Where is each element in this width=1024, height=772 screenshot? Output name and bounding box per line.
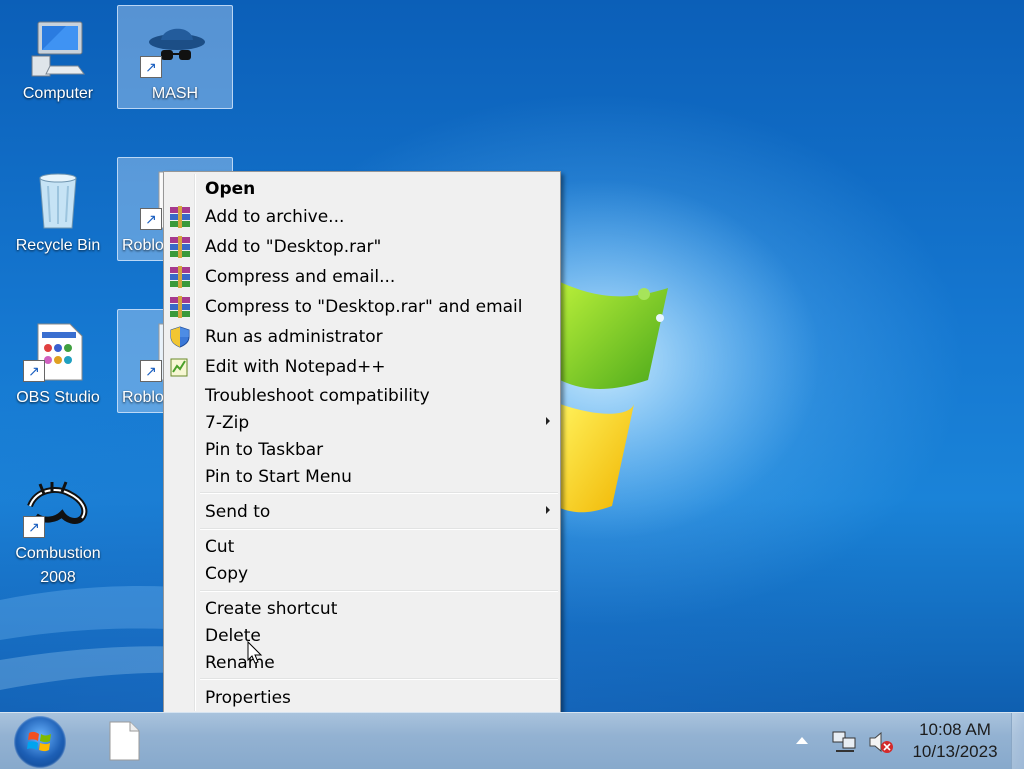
menu-item-compress-to-desktop-rar-and-email[interactable]: Compress to "Desktop.rar" and email [164, 293, 560, 321]
show-hidden-icons-button[interactable] [796, 737, 808, 744]
shortcut-arrow-icon: ↗ [140, 56, 162, 78]
network-icon[interactable] [832, 730, 858, 754]
menu-item-run-as-administrator[interactable]: Run as administrator [164, 323, 560, 351]
mouse-cursor-icon [247, 641, 263, 664]
icon-label: Computer [22, 85, 94, 102]
icon-label: Recycle Bin [15, 237, 101, 254]
winrar-icon [170, 236, 190, 258]
menu-item-compress-and-email[interactable]: Compress and email... [164, 263, 560, 291]
taskbar: 10:08 AM 10/13/2023 [0, 712, 1024, 769]
submenu-arrow-icon [546, 417, 550, 425]
desktop[interactable]: Computer ↗ MASH Recycle Bin ↗ Roblo ↗ OB… [0, 0, 1024, 712]
menu-item-copy[interactable]: Copy [164, 560, 560, 588]
menu-separator [200, 590, 558, 592]
winrar-icon [170, 206, 190, 228]
menu-item-7-zip[interactable]: 7-Zip [164, 409, 560, 437]
clock-time: 10:08 AM [919, 720, 991, 739]
notepadpp-icon [170, 358, 188, 377]
menu-item-delete[interactable]: Delete [164, 622, 560, 650]
desktop-icon-combustion-2008[interactable]: ↗ Combustion 2008 [1, 466, 115, 590]
shortcut-arrow-icon: ↗ [140, 360, 162, 382]
menu-item-troubleshoot-compatibility[interactable]: Troubleshoot compatibility [164, 382, 560, 410]
shortcut-arrow-icon: ↗ [23, 360, 45, 382]
clock-date: 10/13/2023 [912, 742, 998, 761]
desktop-icon-recycle-bin[interactable]: Recycle Bin [1, 158, 115, 260]
menu-item-properties[interactable]: Properties [164, 684, 560, 712]
recycle-bin-icon [39, 173, 77, 229]
system-clock[interactable]: 10:08 AM 10/13/2023 [900, 719, 1010, 763]
menu-item-edit-with-notepadpp[interactable]: Edit with Notepad++ [164, 353, 560, 381]
menu-item-rename[interactable]: Rename [164, 649, 560, 677]
windows-logo-icon [27, 731, 51, 752]
menu-separator [200, 492, 558, 494]
icon-label: Combustion 2008 [15, 545, 101, 586]
context-menu: Open Add to archive... Add to "Desktop.r… [163, 171, 561, 712]
menu-item-pin-to-start-menu[interactable]: Pin to Start Menu [164, 463, 560, 491]
uac-shield-icon [170, 326, 190, 348]
desktop-icon-computer[interactable]: Computer [1, 6, 115, 108]
winrar-icon [170, 266, 190, 288]
show-desktop-button[interactable] [1011, 713, 1024, 769]
shortcut-arrow-icon: ↗ [140, 208, 162, 230]
shortcut-arrow-icon: ↗ [23, 516, 45, 538]
menu-item-cut[interactable]: Cut [164, 533, 560, 561]
menu-separator [200, 528, 558, 530]
menu-item-add-to-archive[interactable]: Add to archive... [164, 203, 560, 231]
menu-item-open[interactable]: Open [164, 175, 560, 203]
taskbar-file-icon[interactable] [108, 721, 140, 761]
winrar-icon [170, 296, 190, 318]
icon-label: OBS Studio [16, 389, 100, 406]
menu-item-send-to[interactable]: Send to [164, 498, 560, 526]
menu-item-create-shortcut[interactable]: Create shortcut [164, 595, 560, 623]
menu-separator [200, 678, 558, 680]
desktop-icon-mash[interactable]: ↗ MASH [117, 5, 233, 109]
volume-muted-icon[interactable] [868, 730, 894, 754]
menu-item-pin-to-taskbar[interactable]: Pin to Taskbar [164, 436, 560, 464]
icon-label: MASH [151, 85, 199, 102]
start-button[interactable] [14, 716, 66, 768]
submenu-arrow-icon [546, 506, 550, 514]
computer-icon [31, 21, 85, 77]
desktop-icon-obs-studio[interactable]: ↗ OBS Studio [1, 310, 115, 412]
menu-item-add-to-desktop-rar[interactable]: Add to "Desktop.rar" [164, 233, 560, 261]
